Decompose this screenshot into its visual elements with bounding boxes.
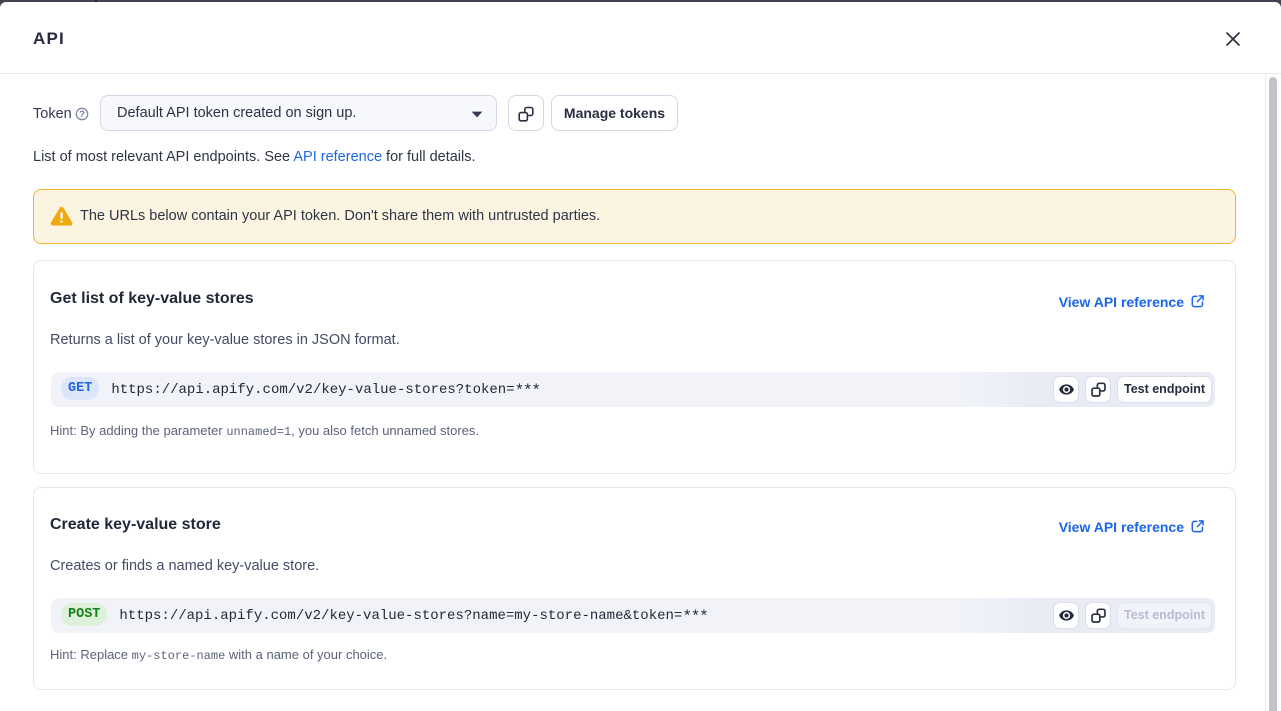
svg-text:?: ?: [79, 109, 85, 120]
